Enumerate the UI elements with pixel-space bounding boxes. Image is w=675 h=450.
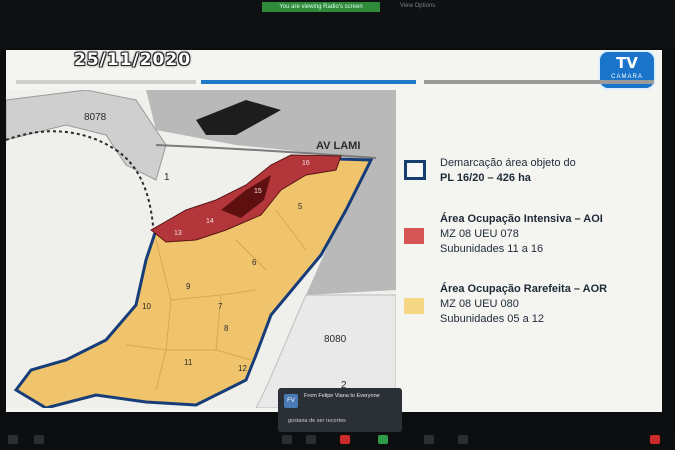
zoning-map: 8078 8080 AV LAMI 1 2 5 6 7 8 9 10 11 12… [6, 90, 396, 408]
view-options-button[interactable]: View Options [400, 3, 435, 9]
parcel-label-14: 14 [206, 218, 214, 225]
chat-message: gostaria de ser recortes [288, 418, 346, 424]
demarcation-line2: PL 16/20 – 426 ha [440, 172, 531, 184]
parcel-label-7: 7 [218, 302, 223, 311]
parcel-label-8: 8 [224, 324, 229, 333]
map-code-8080: 8080 [324, 334, 347, 345]
parcel-label-16: 16 [302, 160, 310, 167]
chat-icon[interactable] [306, 435, 316, 444]
video-icon[interactable] [34, 435, 44, 444]
chat-sender: From Felipe Viana to Everyone [304, 393, 380, 399]
header-rule-right [424, 80, 654, 84]
more-icon[interactable] [458, 435, 468, 444]
aoi-mz: MZ 08 UEU 078 [440, 228, 519, 240]
share-screen-icon[interactable] [378, 435, 388, 444]
demarcation-line1: Demarcação área objeto do [440, 157, 576, 169]
parcel-label-9: 9 [186, 282, 191, 291]
chat-avatar: FV [284, 394, 298, 408]
parcel-label-6: 6 [252, 258, 257, 267]
participants-icon[interactable] [282, 435, 292, 444]
screen-share-banner[interactable]: You are viewing Radio's screen [262, 2, 380, 12]
aoi-swatch [404, 228, 424, 244]
header-rule-middle [201, 80, 416, 84]
slide-date: 25/11/2020 [74, 50, 192, 70]
parcel-label-10: 10 [142, 302, 151, 311]
meeting-top-bar: You are viewing Radio's screen View Opti… [0, 0, 675, 48]
map-code-8078: 8078 [84, 112, 107, 123]
aoi-title: Área Ocupação Intensiva – AOI [440, 213, 603, 225]
chat-notification[interactable]: FV From Felipe Viana to Everyone gostari… [278, 388, 402, 432]
aoi-subunits: Subunidades 11 a 16 [440, 243, 544, 255]
tv-camara-logo: TV CAMARA [598, 50, 656, 90]
parcel-label-15: 15 [254, 188, 262, 195]
aor-title: Área Ocupação Rarefeita – AOR [440, 283, 608, 295]
aor-swatch [404, 298, 424, 314]
header-rule-left [16, 80, 196, 84]
street-label-av-lami: AV LAMI [316, 140, 361, 152]
parcel-label-11: 11 [184, 358, 193, 367]
aor-mz: MZ 08 UEU 080 [440, 298, 519, 310]
aor-subunits: Subunidades 05 a 12 [440, 313, 544, 325]
parcel-label-5: 5 [298, 202, 303, 211]
leave-icon[interactable] [650, 435, 660, 444]
mute-icon[interactable] [8, 435, 18, 444]
shared-screen: 25/11/2020 TV CAMARA 8078 8080 AV LAMI 1… [6, 50, 662, 412]
zoning-map-svg [6, 90, 396, 408]
reactions-icon[interactable] [424, 435, 434, 444]
parcel-label-1: 1 [164, 172, 170, 183]
logo-main: TV [616, 54, 638, 72]
meeting-controls-bar [0, 432, 675, 450]
parcel-label-13: 13 [174, 230, 182, 237]
parcel-label-12: 12 [238, 364, 247, 373]
demarcation-swatch [404, 160, 426, 180]
record-icon[interactable] [340, 435, 350, 444]
